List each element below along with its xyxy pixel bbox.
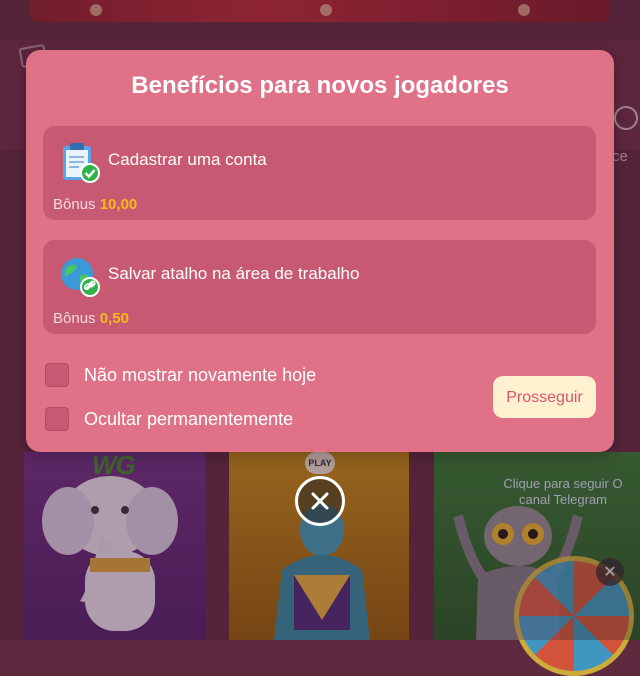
- hide-permanently-checkbox[interactable]: [45, 407, 69, 431]
- bonus-row: Bônus 10,00: [53, 196, 137, 213]
- dont-show-today-option[interactable]: Não mostrar novamente hoje: [45, 363, 316, 387]
- modal-title: Benefícios para novos jogadores: [131, 72, 509, 99]
- task-label: Salvar atalho na área de trabalho: [108, 264, 360, 283]
- bonus-label: Bônus: [53, 310, 96, 327]
- dont-show-today-checkbox[interactable]: [45, 363, 69, 387]
- new-player-benefits-modal: Benefícios para novos jogadores Cadastra…: [26, 50, 614, 452]
- dont-show-today-label[interactable]: Não mostrar novamente hoje: [84, 365, 316, 386]
- hide-permanently-label[interactable]: Ocultar permanentemente: [84, 409, 293, 430]
- bonus-row: Bônus 0,50: [53, 310, 129, 327]
- task-label: Cadastrar uma conta: [108, 150, 267, 169]
- bonus-value: 0,50: [99, 310, 129, 327]
- clipboard-check-icon: [63, 143, 100, 183]
- close-circle-icon[interactable]: [295, 476, 345, 526]
- globe-link-icon: [61, 258, 100, 297]
- bonus-label: Bônus: [53, 196, 96, 213]
- bonus-value: 10,00: [99, 196, 138, 213]
- benefit-task-card[interactable]: Cadastrar uma conta Bônus 10,00: [43, 126, 596, 220]
- hide-permanently-option[interactable]: Ocultar permanentemente: [45, 407, 293, 431]
- benefit-task-card[interactable]: Salvar atalho na área de trabalho Bônus …: [43, 240, 596, 334]
- proceed-button[interactable]: Prosseguir: [493, 376, 596, 418]
- close-icon: [311, 492, 329, 510]
